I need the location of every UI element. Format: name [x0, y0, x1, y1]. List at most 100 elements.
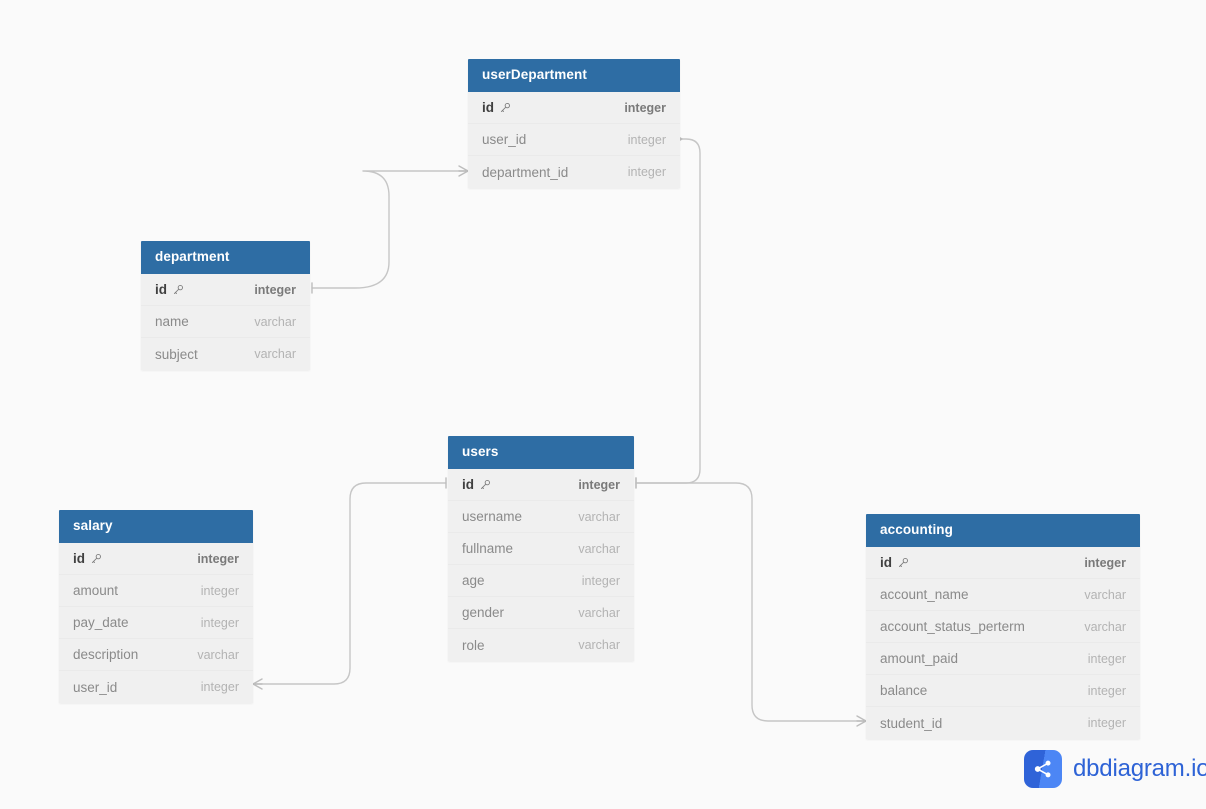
- field-row[interactable]: name varchar: [141, 306, 310, 338]
- field-row[interactable]: account_status_perterm varchar: [866, 611, 1140, 643]
- field-row[interactable]: description varchar: [59, 639, 253, 671]
- field-list: id integer amount integer pay_date integer des…: [59, 543, 253, 703]
- field-row[interactable]: user_id integer: [59, 671, 253, 703]
- field-row[interactable]: role varchar: [448, 629, 634, 661]
- field-name: name: [155, 314, 189, 329]
- field-row[interactable]: subject varchar: [141, 338, 310, 370]
- field-type: integer: [1087, 683, 1126, 698]
- table-title-salary[interactable]: salary: [59, 510, 253, 543]
- field-row[interactable]: id integer: [468, 92, 680, 124]
- field-row[interactable]: amount_paid integer: [866, 643, 1140, 675]
- field-row[interactable]: gender varchar: [448, 597, 634, 629]
- field-name-label: user_id: [482, 132, 527, 147]
- field-list: id integer user_id integer department_id inte…: [468, 92, 680, 188]
- field-type: integer: [624, 100, 666, 115]
- field-name: user_id: [482, 132, 526, 147]
- field-type: varchar: [578, 541, 620, 556]
- crowsfoot-marker: [856, 715, 867, 727]
- field-name: account_status_perterm: [880, 619, 1025, 634]
- field-name: age: [462, 573, 485, 588]
- field-name: id: [155, 282, 184, 297]
- field-name-label: username: [462, 509, 523, 524]
- relationship-users-accounting: [635, 482, 867, 722]
- field-type: varchar: [578, 509, 620, 524]
- table-title-userDepartment[interactable]: userDepartment: [468, 59, 680, 92]
- field-type: integer: [200, 583, 239, 598]
- field-row[interactable]: student_id integer: [866, 707, 1140, 739]
- share-nodes-icon: [1024, 750, 1062, 788]
- field-type: integer: [200, 615, 239, 630]
- field-name-label: balance: [880, 683, 928, 698]
- field-list: id integer account_name varchar account_stat…: [866, 547, 1140, 739]
- field-name-label: department_id: [482, 164, 569, 180]
- field-name-label: id: [880, 555, 892, 570]
- field-name-label: name: [155, 314, 189, 329]
- field-type: integer: [627, 132, 666, 147]
- field-row[interactable]: id integer: [59, 543, 253, 575]
- field-name-label: amount_paid: [880, 651, 959, 666]
- field-row[interactable]: username varchar: [448, 501, 634, 533]
- field-row[interactable]: balance integer: [866, 675, 1140, 707]
- field-row[interactable]: pay_date integer: [59, 607, 253, 639]
- field-name: gender: [462, 605, 504, 620]
- field-row[interactable]: id integer: [141, 274, 310, 306]
- field-name: balance: [880, 683, 927, 698]
- field-type: integer: [1087, 651, 1126, 666]
- field-row[interactable]: account_name varchar: [866, 579, 1140, 611]
- relationship-salary-users: [252, 482, 447, 685]
- field-name-label: role: [462, 637, 485, 653]
- field-type: integer: [581, 573, 620, 588]
- field-row[interactable]: age integer: [448, 565, 634, 597]
- table-title-department[interactable]: department: [141, 241, 310, 274]
- field-name: department_id: [482, 165, 568, 180]
- table-card-userDepartment[interactable]: userDepartment id integer user_id integer dep…: [468, 59, 680, 188]
- field-name-label: id: [155, 282, 167, 297]
- field-name-label: account_name: [880, 587, 969, 602]
- table-card-users[interactable]: users id integer username varchar fullname var…: [448, 436, 634, 661]
- field-name: id: [482, 100, 511, 115]
- field-name-label: age: [462, 573, 485, 588]
- field-type: integer: [627, 165, 666, 179]
- field-name-label: fullname: [462, 541, 514, 556]
- field-type: varchar: [254, 347, 296, 361]
- field-name-label: gender: [462, 605, 505, 620]
- field-type: integer: [1084, 555, 1126, 570]
- field-row[interactable]: user_id integer: [468, 124, 680, 156]
- relationship-department-userDepartment: [311, 170, 469, 289]
- field-name-label: id: [482, 100, 494, 115]
- field-type: varchar: [1084, 587, 1126, 602]
- field-type: integer: [197, 551, 239, 566]
- field-name-label: student_id: [880, 715, 943, 731]
- field-type: varchar: [578, 605, 620, 620]
- field-name: pay_date: [73, 615, 129, 630]
- primary-key-icon: [172, 284, 184, 296]
- field-name: id: [880, 555, 909, 570]
- crowsfoot-marker: [458, 165, 469, 177]
- table-title-accounting[interactable]: accounting: [866, 514, 1140, 547]
- diagram-canvas[interactable]: userDepartment id integer user_id integer dep…: [0, 0, 1206, 809]
- field-type: integer: [200, 680, 239, 694]
- crowsfoot-marker: [252, 678, 263, 690]
- dbdiagram-logo[interactable]: dbdiagram.io: [1024, 750, 1206, 788]
- field-name-label: id: [462, 477, 474, 492]
- table-card-department[interactable]: department id integer name varchar subject var…: [141, 241, 310, 370]
- relationship-userDepartment-users: [635, 138, 701, 484]
- field-name-label: pay_date: [73, 615, 129, 630]
- field-name: amount: [73, 583, 118, 598]
- field-row[interactable]: id integer: [866, 547, 1140, 579]
- field-row[interactable]: amount integer: [59, 575, 253, 607]
- field-row[interactable]: id integer: [448, 469, 634, 501]
- field-name: subject: [155, 347, 198, 362]
- table-title-users[interactable]: users: [448, 436, 634, 469]
- field-name: id: [462, 477, 491, 492]
- field-type: integer: [578, 477, 620, 492]
- field-name: id: [73, 551, 102, 566]
- field-name: role: [462, 638, 485, 653]
- field-row[interactable]: fullname varchar: [448, 533, 634, 565]
- field-row[interactable]: department_id integer: [468, 156, 680, 188]
- field-name-label: description: [73, 647, 139, 662]
- field-name-label: amount: [73, 583, 119, 598]
- field-name: description: [73, 647, 138, 662]
- table-card-accounting[interactable]: accounting id integer account_name varchar ac…: [866, 514, 1140, 739]
- table-card-salary[interactable]: salary id integer amount integer pay_date inte…: [59, 510, 253, 703]
